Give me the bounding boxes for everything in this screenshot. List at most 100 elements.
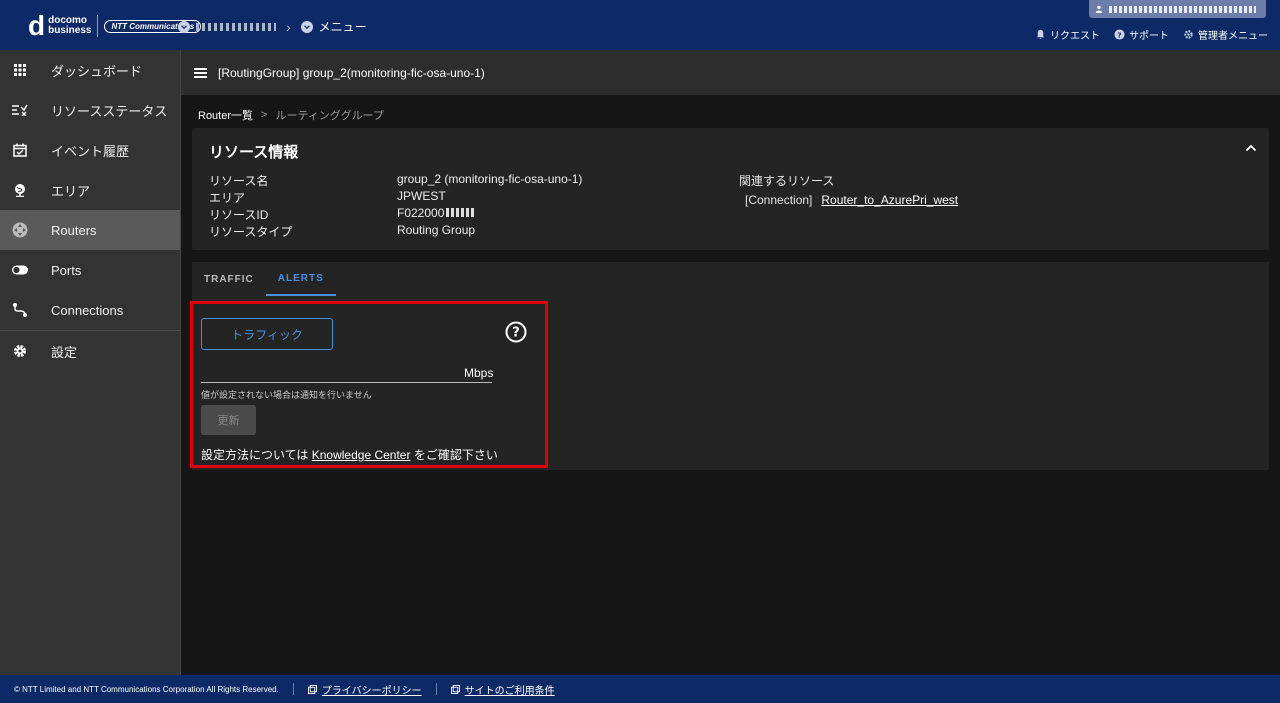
logo-brand-bottom: business <box>48 25 92 36</box>
gear-icon <box>12 343 28 359</box>
info-row-type: リソースタイプ Routing Group <box>209 223 582 240</box>
breadcrumb-router-list[interactable]: Router一覧 <box>198 107 253 123</box>
terms-link[interactable]: サイトのご利用条件 <box>450 682 555 697</box>
sidebar-item-label: ダッシュボード <box>51 63 143 79</box>
bell-icon <box>1036 29 1045 39</box>
threshold-input[interactable] <box>201 382 492 383</box>
knowledge-center-link[interactable]: Knowledge Center <box>312 448 411 462</box>
resource-info-card: リソース情報 リソース名 group_2 (monitoring-fic-osa… <box>192 128 1269 250</box>
privacy-policy-link[interactable]: プライバシーポリシー <box>307 682 422 697</box>
support-label: サポート <box>1129 31 1169 42</box>
footer-divider <box>292 683 294 695</box>
sidebar-item-label: イベント履歴 <box>51 143 130 159</box>
help-icon[interactable]: ? <box>505 321 527 343</box>
grid-icon <box>12 62 28 78</box>
related-resource-link[interactable]: Router_to_AzurePri_west <box>821 193 958 207</box>
related-resources-title: 関連するリソース <box>739 174 835 188</box>
privacy-policy-label: プライバシーポリシー <box>321 685 422 697</box>
admin-menu-label: 管理者メニュー <box>1198 31 1268 42</box>
hamburger-menu-icon[interactable] <box>194 67 207 78</box>
svg-text:?: ? <box>512 326 520 341</box>
top-navigation: › メニュー <box>178 18 367 35</box>
sidebar-item-resource-status[interactable]: リソースステータス <box>0 90 180 130</box>
sidebar-item-label: Ports <box>51 262 82 278</box>
related-resources: 関連するリソース [Connection] Router_to_AzurePri… <box>739 172 958 207</box>
resource-info-grid: リソース名 group_2 (monitoring-fic-osa-uno-1)… <box>209 172 582 240</box>
page-header: [RoutingGroup] group_2(monitoring-fic-os… <box>181 50 1280 95</box>
breadcrumb: Router一覧 > ルーティンググループ <box>198 107 384 123</box>
chevron-up-icon[interactable] <box>1245 144 1257 152</box>
menu-label[interactable]: メニュー <box>319 18 367 35</box>
update-button[interactable]: 更新 <box>201 405 256 435</box>
terms-label: サイトのご利用条件 <box>464 685 555 697</box>
sidebar-item-label: リソースステータス <box>51 103 168 119</box>
sidebar: ダッシュボード リソースステータス イベント履歴 エリア Routers Por… <box>0 50 181 675</box>
info-value: group_2 (monitoring-fic-osa-uno-1) <box>397 172 583 186</box>
threshold-hint: 値が設定されない場合は通知を行いません <box>201 390 372 400</box>
external-link-icon <box>450 684 460 694</box>
external-link-icon <box>307 684 317 694</box>
related-resource-row: [Connection] Router_to_AzurePri_west <box>745 193 958 207</box>
tab-alerts[interactable]: ALERTS <box>265 262 336 296</box>
chevron-right-icon: › <box>286 18 291 35</box>
footer-divider <box>435 683 437 695</box>
sidebar-item-connections[interactable]: Connections <box>0 290 180 330</box>
resource-id-value: F022000 <box>397 206 445 220</box>
user-name-redacted <box>1108 5 1256 13</box>
info-label: リソースID <box>209 208 269 222</box>
chevron-down-icon[interactable] <box>178 20 190 33</box>
sidebar-item-label: 設定 <box>51 344 78 360</box>
user-icon <box>1095 5 1103 13</box>
knowledge-center-note: 設定方法については Knowledge Center をご確認下さい <box>201 446 498 463</box>
sidebar-item-settings[interactable]: 設定 <box>0 331 180 371</box>
tab-bar: TRAFFIC ALERTS <box>192 262 1269 296</box>
info-row-name: リソース名 group_2 (monitoring-fic-osa-uno-1) <box>209 172 582 189</box>
logo-divider <box>97 15 99 37</box>
support-link[interactable]: ? サポート <box>1114 27 1169 42</box>
footer: © NTT Limited and NTT Communications Cor… <box>0 675 1280 703</box>
svg-text:?: ? <box>1117 30 1121 39</box>
info-label: リソース名 <box>209 174 269 188</box>
info-row-area: エリア JPWEST <box>209 189 582 206</box>
calendar-check-icon <box>12 142 28 158</box>
menu-chevron-down-icon[interactable] <box>300 20 313 33</box>
sidebar-item-event-history[interactable]: イベント履歴 <box>0 130 180 170</box>
sidebar-item-label: エリア <box>51 183 91 199</box>
logo-mark: d <box>28 10 46 41</box>
sidebar-item-label: Connections <box>51 302 124 318</box>
info-row-id: リソースID F022000 <box>209 206 582 223</box>
sidebar-item-area[interactable]: エリア <box>0 170 180 210</box>
gear-icon <box>1184 30 1193 39</box>
related-resource-type: [Connection] <box>745 193 813 207</box>
breadcrumb-separator: > <box>261 109 268 121</box>
list-check-icon <box>12 102 28 118</box>
request-label: リクエスト <box>1050 31 1100 42</box>
note-suffix: をご確認下さい <box>410 448 498 462</box>
sidebar-item-ports[interactable]: Ports <box>0 250 180 290</box>
ports-icon <box>12 262 28 278</box>
unit-label: Mbps <box>464 366 494 380</box>
info-value: F022000 <box>397 206 486 223</box>
connection-icon <box>12 302 28 318</box>
breadcrumb-current: ルーティンググループ <box>275 110 384 122</box>
request-link[interactable]: リクエスト <box>1035 27 1100 42</box>
tenant-name-redacted[interactable] <box>196 22 276 31</box>
tab-traffic[interactable]: TRAFFIC <box>192 262 266 296</box>
info-label: エリア <box>209 191 246 205</box>
resource-id-redacted <box>446 208 477 217</box>
sidebar-item-routers[interactable]: Routers <box>0 210 180 250</box>
info-label: リソースタイプ <box>209 225 293 239</box>
sidebar-item-label: Routers <box>51 222 97 238</box>
user-account-box[interactable] <box>1089 0 1266 18</box>
docomo-business-logo[interactable]: d docomo business NTT Communications <box>28 10 202 41</box>
info-value: JPWEST <box>397 189 446 203</box>
admin-menu-link[interactable]: 管理者メニュー <box>1183 27 1268 42</box>
copyright-text: © NTT Limited and NTT Communications Cor… <box>14 684 279 694</box>
top-links: リクエスト ? サポート 管理者メニュー <box>1021 27 1268 42</box>
sidebar-item-dashboard[interactable]: ダッシュボード <box>0 50 180 90</box>
note-prefix: 設定方法については <box>201 448 312 462</box>
router-icon <box>12 222 28 238</box>
resource-info-title: リソース情報 <box>209 144 299 161</box>
traffic-button[interactable]: トラフィック <box>201 318 333 350</box>
top-bar: d docomo business NTT Communications › メ… <box>0 0 1280 50</box>
